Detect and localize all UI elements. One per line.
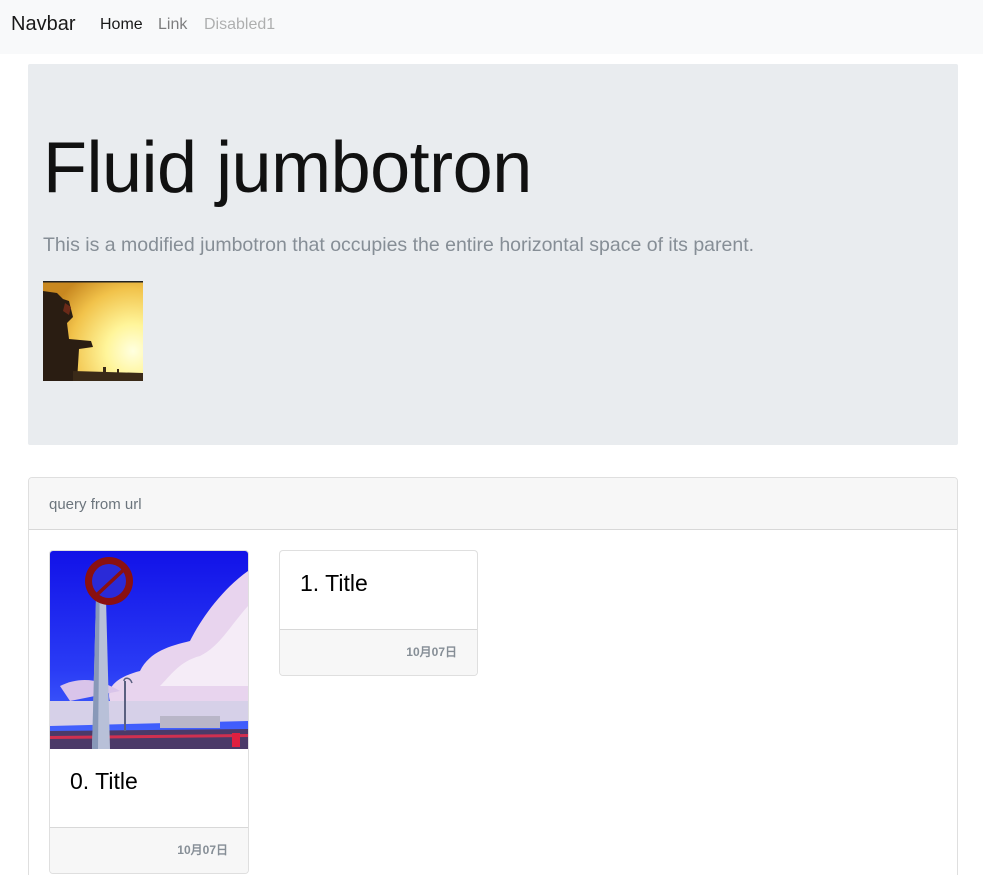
card-date: 10月07日 (406, 645, 457, 659)
card-title: 0. Title (70, 768, 138, 794)
panel-header-text: query from url (49, 496, 142, 513)
card-0[interactable]: 0. Title 10月07日 (49, 550, 249, 874)
card-1[interactable]: 1. Title 10月07日 (279, 550, 478, 676)
card-title: 1. Title (300, 570, 368, 596)
nav-item-disabled: Disabled1 (204, 16, 276, 33)
jumbotron: Fluid jumbotron This is a modified jumbo… (28, 64, 958, 445)
nav-item-home[interactable]: Home (100, 15, 143, 34)
card-image (50, 551, 248, 749)
jumbotron-thumbnail-image (43, 281, 143, 381)
jumbotron-title: Fluid jumbotron (43, 128, 532, 208)
card-footer: 10月07日 (280, 629, 477, 675)
card-footer: 10月07日 (50, 827, 248, 873)
jumbotron-lead: This is a modified jumbotron that occupi… (43, 234, 755, 256)
navbar-brand[interactable]: Navbar (11, 12, 75, 36)
query-panel: query from url 0. Title 10月07日 1. Title … (28, 477, 958, 875)
panel-header: query from url (29, 478, 957, 530)
navbar: Navbar Home Link Disabled1 (0, 0, 983, 54)
card-date: 10月07日 (177, 843, 228, 857)
nav-item-link[interactable]: Link (158, 15, 187, 34)
